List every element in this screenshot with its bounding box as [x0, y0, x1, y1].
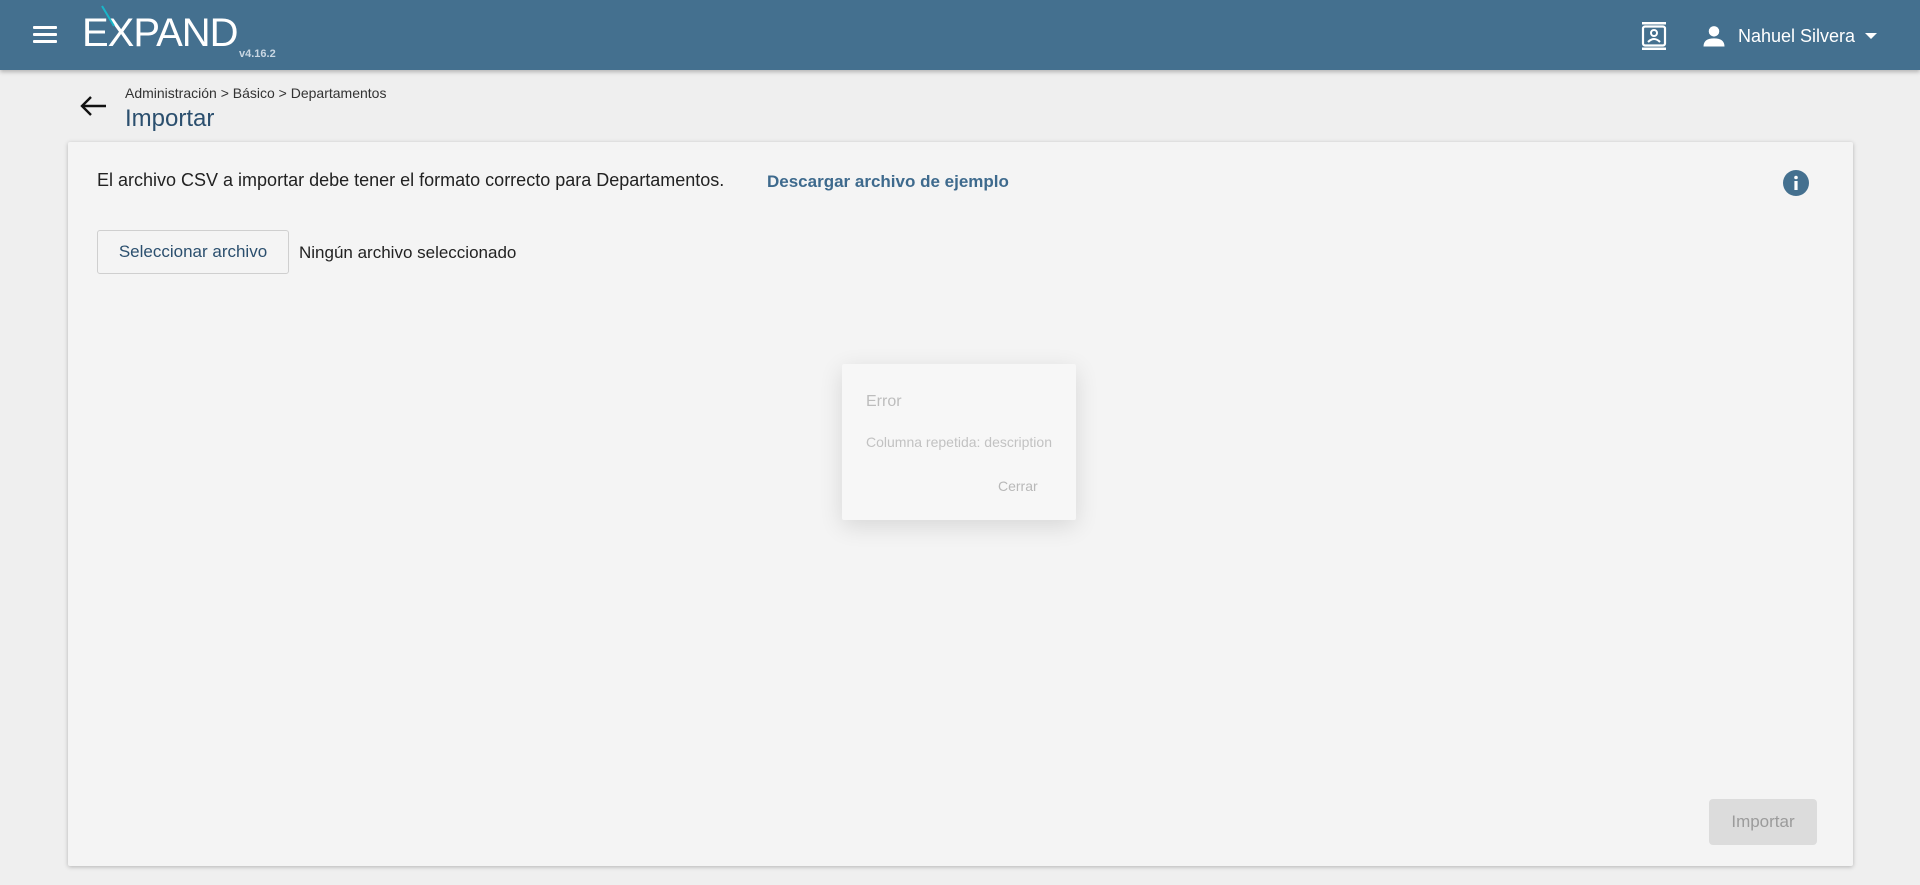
close-button[interactable]: Cerrar [998, 478, 1038, 494]
arrow-back-icon[interactable] [78, 94, 108, 118]
user-name: Nahuel Silvera [1738, 25, 1856, 46]
page-title: Importar [125, 105, 215, 132]
app-version: v4.16.2 [239, 48, 276, 60]
dialog-message: Columna repetida: description [866, 434, 1052, 450]
expand-logo[interactable]: EXPAND v4.16.2 [82, 5, 282, 62]
file-status: Ningún archivo seleccionado [299, 243, 517, 262]
chevron-down-icon [1865, 33, 1878, 39]
dialog-title: Error [866, 393, 902, 410]
logo-accent-icon [101, 5, 115, 27]
menu-icon[interactable] [28, 22, 62, 50]
top-app-bar: EXPAND v4.16.2 Nahuel Silvera [0, 0, 1920, 70]
info-icon[interactable] [1783, 170, 1809, 196]
csv-format-info: El archivo CSV a importar debe tener el … [97, 170, 725, 190]
user-menu[interactable]: Nahuel Silvera [1700, 20, 1878, 52]
breadcrumb: Administración > Básico > Departamentos [125, 85, 387, 101]
error-dialog: Error Columna repetida: description Cerr… [842, 364, 1076, 520]
download-sample-link[interactable]: Descargar archivo de ejemplo [767, 172, 1009, 192]
contact-card-icon[interactable] [1640, 21, 1668, 51]
user-icon [1703, 26, 1725, 47]
import-button[interactable]: Importar [1709, 799, 1817, 845]
select-file-button[interactable]: Seleccionar archivo [97, 230, 289, 274]
